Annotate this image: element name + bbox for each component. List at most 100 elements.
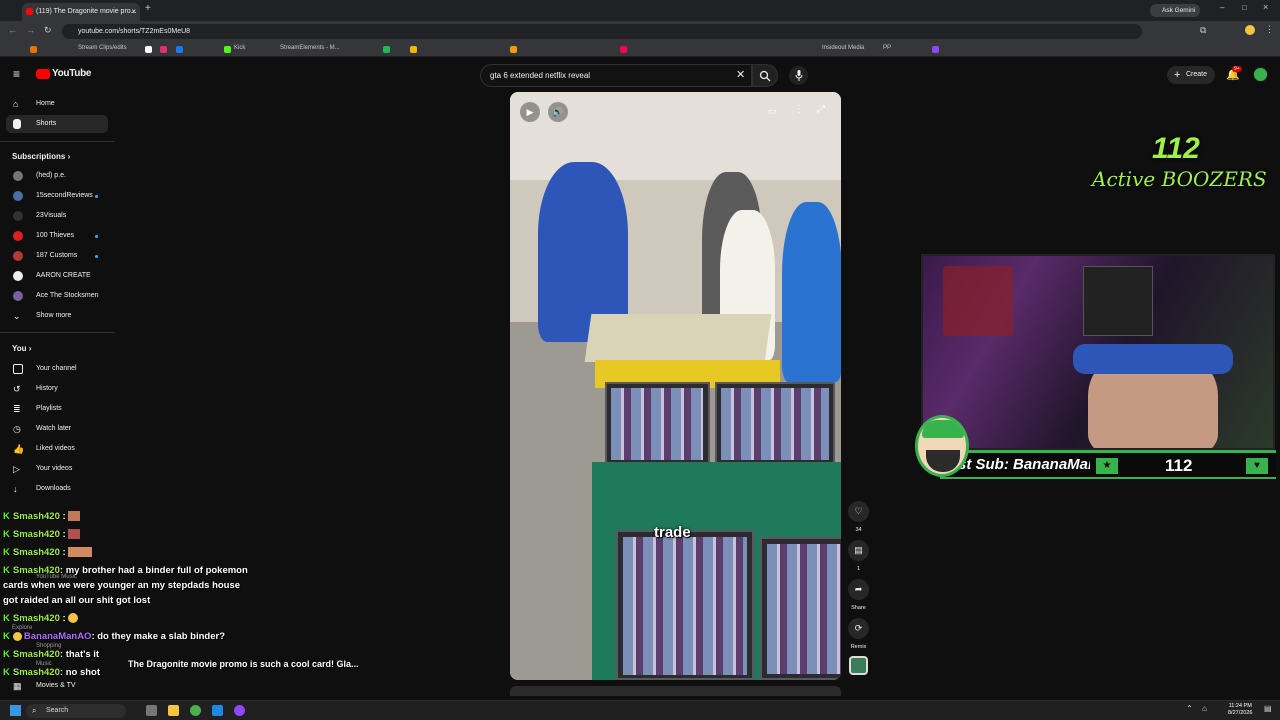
chrome-icon[interactable] [190,705,201,716]
bookmarks-bar: Stream Clips/edits Kick StreamElements -… [0,42,1280,57]
youtube-logo-text[interactable]: YouTube [52,68,92,79]
app-icon[interactable] [234,705,245,716]
bookmark-icon[interactable] [383,46,390,53]
microphone-icon [795,70,803,81]
task-view-icon[interactable] [146,705,157,716]
short-title[interactable]: The Dragonite movie promo is such a cool… [128,659,359,669]
maximize-icon[interactable]: □ [1242,3,1247,12]
new-content-dot [95,255,98,258]
remix-icon: ⟳ [854,623,863,633]
sidebar-item-sub[interactable]: Ace The Stocksmen [6,287,108,305]
facebook-icon[interactable] [176,46,183,53]
sidebar-item-sub[interactable]: 100 Thieves [6,227,108,245]
forward-icon[interactable]: → [26,25,35,35]
clear-search-icon[interactable]: ✕ [736,68,745,81]
bookmark-pp[interactable]: PP [883,45,891,51]
sidebar-item-sub[interactable]: AARON CREATE [6,267,108,285]
download-icon: ↓ [13,484,18,494]
taskbar-search[interactable]: ⌕ Search [26,704,126,718]
url-input[interactable]: youtube.com/shorts/TZ2mEs0MeU8 [62,24,1142,39]
bookmark-icon[interactable] [30,46,37,53]
remix-button[interactable]: ⟳ [848,618,869,639]
voice-search-button[interactable] [789,66,808,85]
account-avatar[interactable] [1253,67,1268,82]
back-icon[interactable]: ← [8,25,17,35]
bookmark-stream-clips[interactable]: Stream Clips/edits [78,45,127,51]
plus-icon: + [1174,69,1181,81]
sidebar-item-liked-videos[interactable]: 👍 Liked videos [6,440,108,458]
browser-tab[interactable]: (119) The Dragonite movie pro... × [22,3,140,21]
twitch-icon[interactable] [932,46,939,53]
youtube-logo-icon[interactable] [36,69,50,79]
sidebar-item-sub[interactable]: 15secondReviews [6,187,108,205]
channel-avatar [13,211,23,221]
x-icon[interactable] [145,46,152,53]
browser-menu-icon[interactable]: ⋮ [1265,24,1274,35]
sidebar-item-shorts[interactable]: Shorts [6,115,108,133]
sidebar-item-home[interactable]: ⌂ Home [6,95,108,113]
taskbar-clock[interactable]: 11:24 PM 8/27/2026 [1228,703,1252,717]
video-card-tray [605,382,710,467]
bookmark-streamelements[interactable]: StreamElements - M... [280,45,340,51]
video-card-tray [616,530,754,680]
extensions-icon[interactable]: ⧉ [1200,25,1206,36]
play-icon[interactable]: ▶ [520,102,540,122]
reload-icon[interactable]: ↻ [44,25,52,36]
ask-gemini-button[interactable]: Ask Gemini [1150,4,1200,17]
active-boozers-count: 112 [1152,132,1200,165]
sidebar-item-watch-later[interactable]: ◷ Watch later [6,420,108,438]
channel-avatar [13,191,23,201]
network-icon[interactable]: ⌂ [1202,704,1207,713]
sidebar-item-your-channel[interactable]: Your channel [6,360,108,378]
app-icon[interactable] [212,705,223,716]
profile-avatar[interactable] [1245,25,1255,35]
search-button[interactable] [752,64,778,87]
kick-icon[interactable] [224,46,231,53]
like-button[interactable]: ♡ [848,501,869,522]
address-bar-row: ← → ↻ youtube.com/shorts/TZ2mEs0MeU8 ⧉ ⋮ [0,21,1280,42]
comments-button[interactable]: ▤ [848,540,869,561]
windows-start-icon[interactable] [10,705,21,716]
sidebar-item-playlists[interactable]: ≣ Playlists [6,400,108,418]
show-more-button[interactable]: ⌄ Show more [6,307,108,325]
instagram-icon[interactable] [160,46,167,53]
sidebar-item-sub[interactable]: 187 Customs [6,247,108,265]
subscriptions-heading[interactable]: Subscriptions › [12,152,70,161]
sidebar-item-sub[interactable]: (hed) p.e. [6,167,108,185]
file-explorer-icon[interactable] [168,705,179,716]
sidebar-item-downloads[interactable]: ↓ Downloads [6,480,108,498]
notification-center-icon[interactable]: ▤ [1264,704,1272,713]
close-tab-icon[interactable]: × [131,3,136,21]
chat-message: K Smash420: that's it [3,649,100,660]
you-heading[interactable]: You › [12,344,31,353]
new-tab-icon[interactable]: + [145,3,151,14]
menu-icon[interactable]: ≡ [13,67,20,81]
wall-banner [1083,266,1153,336]
more-options-icon[interactable]: ⋮ [794,104,804,115]
divider [0,141,115,142]
captions-icon[interactable]: ▭ [768,106,777,117]
create-button[interactable]: + Create [1167,66,1215,84]
bookmark-insideout[interactable]: Insideout Media [822,45,864,51]
bookmark-icon[interactable] [410,46,417,53]
sidebar-item-your-videos[interactable]: ▷ Your videos [6,460,108,478]
notification-badge: 9+ [1232,66,1242,72]
tiktok-icon[interactable] [620,46,627,53]
channel-thumbnail[interactable] [849,656,868,675]
share-button[interactable]: ➦ [848,579,869,600]
minimize-icon[interactable]: – [1220,3,1224,12]
youtube-header: ≡ YouTube gta 6 extended netflix reveal … [0,58,1280,92]
video-icon: ▷ [13,464,20,474]
search-input[interactable]: gta 6 extended netflix reveal [480,64,752,87]
next-short-preview[interactable] [510,686,841,696]
shorts-video-player[interactable]: trade ▶ 🔊 ▭ ⋮ ⤢ [510,92,841,680]
window-close-icon[interactable]: × [1263,2,1268,12]
star-icon: ★ [1096,458,1118,474]
volume-icon[interactable]: 🔊 [548,102,568,122]
tray-chevron-icon[interactable]: ⌃ [1186,704,1193,713]
bookmark-icon[interactable] [510,46,517,53]
sidebar-item-history[interactable]: ↺ History [6,380,108,398]
fullscreen-icon[interactable]: ⤢ [817,104,825,115]
sidebar-item-sub[interactable]: 23Visuals [6,207,108,225]
bookmark-kick[interactable]: Kick [234,45,245,51]
